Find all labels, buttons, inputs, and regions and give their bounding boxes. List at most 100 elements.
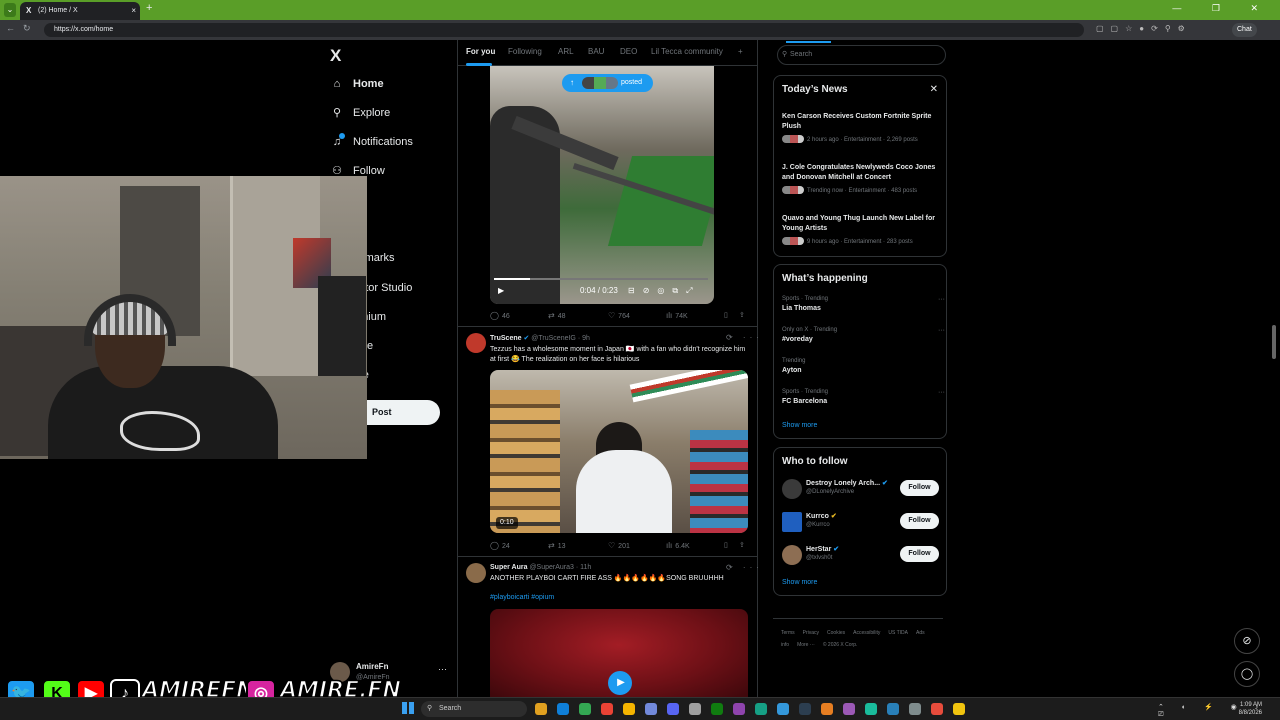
like-button[interactable]: ♡ 201 [608, 541, 630, 550]
taskbar-app-icon[interactable] [667, 703, 679, 715]
tab-arl[interactable]: ARL [558, 47, 574, 56]
tweet-hashtags[interactable]: #playboicarti #opium [490, 594, 554, 601]
tab-search-button[interactable]: ⌄ [4, 3, 16, 17]
play-icon[interactable]: ▶ [498, 286, 504, 295]
trend-more-icon[interactable]: ··· [938, 327, 945, 334]
tweet-more-icon[interactable]: ⟳ ··· [726, 563, 763, 572]
new-posts-pill[interactable]: ↑ posted [562, 74, 653, 92]
tweet-more-icon[interactable]: ⟳ ··· [726, 333, 763, 342]
account-more-icon[interactable]: ··· [438, 664, 447, 674]
nav-buttons[interactable]: ←↻ [6, 23, 39, 34]
tweet-author-name[interactable]: TruScene [490, 335, 522, 342]
share-icon[interactable]: ⇪ [739, 541, 745, 549]
window-controls[interactable]: — ❐ ✕ [1172, 3, 1272, 14]
add-tab-button[interactable]: + [738, 47, 743, 56]
taskbar-app-icon[interactable] [887, 703, 899, 715]
sidebar-item-notifications[interactable]: ♫ Notifications [330, 132, 413, 152]
reply-button[interactable]: ◯ 46 [490, 311, 510, 320]
taskbar-app-icon[interactable] [645, 703, 657, 715]
taskbar-app-icon[interactable] [953, 703, 965, 715]
x-logo-icon[interactable]: X [330, 46, 341, 66]
grok-button[interactable]: ⊘ [1234, 628, 1260, 654]
taskbar-app-icon[interactable] [865, 703, 877, 715]
follow-button[interactable]: Follow [900, 513, 939, 529]
avatar[interactable] [466, 333, 486, 353]
news-item[interactable]: Ken Carson Receives Custom Fortnite Spri… [782, 112, 942, 145]
tweet-time[interactable]: · 11h [576, 564, 591, 571]
chat-button[interactable]: Chat [1232, 23, 1257, 37]
taskbar-app-icon[interactable] [711, 703, 723, 715]
back-icon[interactable]: ← [6, 23, 23, 33]
video-control-icons[interactable]: ⊟⊘◎⧉⤢ [628, 286, 701, 296]
footer-link[interactable]: More ··· [797, 642, 815, 648]
taskbar-app-icon[interactable] [843, 703, 855, 715]
taskbar-search[interactable]: ⚲ Search [421, 701, 527, 717]
windows-start-icon[interactable] [402, 702, 414, 714]
follow-suggestion[interactable]: HerStar ✔ @txlvsh0t Follow [782, 543, 942, 567]
new-tab-button[interactable]: + [146, 2, 152, 14]
browser-tab[interactable]: X (2) Home / X × [20, 2, 140, 20]
follow-suggestion[interactable]: Kurrco ✔ @Kurrco Follow [782, 510, 942, 534]
news-item[interactable]: Quavo and Young Thug Launch New Label fo… [782, 214, 942, 247]
taskbar-app-icon[interactable] [931, 703, 943, 715]
tweet-author-handle[interactable]: @SuperAura3 [529, 564, 573, 571]
tweet-author-name[interactable]: Super Aura [490, 564, 527, 571]
taskbar-app-icon[interactable] [689, 703, 701, 715]
taskbar-app-icon[interactable] [733, 703, 745, 715]
bookmark-icon[interactable]: ▯ [724, 541, 728, 549]
footer-link[interactable]: © 2026 X Corp. [823, 642, 858, 648]
taskbar-app-icon[interactable] [909, 703, 921, 715]
taskbar-app-icon[interactable] [601, 703, 613, 715]
news-item[interactable]: J. Cole Congratulates Newlyweds Coco Jon… [782, 163, 942, 196]
reply-button[interactable]: ◯ 24 [490, 541, 510, 550]
footer-link[interactable]: Cookies [827, 630, 845, 636]
show-more-link[interactable]: Show more [782, 422, 817, 429]
play-icon[interactable]: ▶ [608, 671, 632, 695]
trend-more-icon[interactable]: ··· [938, 296, 945, 303]
views-button[interactable]: ılı 74K [666, 311, 688, 320]
repost-button[interactable]: ⇄ 13 [548, 541, 566, 550]
tab-lil-tecca-community[interactable]: Lil Tecca community [651, 47, 723, 56]
tab-deo[interactable]: DEO [620, 47, 637, 56]
trend-more-icon[interactable]: ··· [938, 389, 945, 396]
video-progress-bar[interactable] [494, 278, 708, 280]
tweet-author-handle[interactable]: @TruSceneIG [531, 335, 576, 342]
repost-button[interactable]: ⇄ 48 [548, 311, 566, 320]
taskbar-app-icon[interactable] [755, 703, 767, 715]
scrollbar[interactable] [1272, 325, 1276, 359]
follow-button[interactable]: Follow [900, 546, 939, 562]
like-button[interactable]: ♡ 764 [608, 311, 630, 320]
url-field[interactable]: https://x.com/home [44, 23, 1084, 37]
tweet-video-player[interactable] [490, 370, 748, 533]
taskbar-app-icon[interactable] [557, 703, 569, 715]
close-icon[interactable]: ✕ [930, 84, 938, 95]
taskbar-app-icon[interactable] [579, 703, 591, 715]
tab-bau[interactable]: BAU [588, 47, 604, 56]
follow-suggestion[interactable]: Destroy Lonely Arch... ✔ @DLonelyArchive… [782, 477, 942, 501]
system-clock[interactable]: 1:09 AM 8/8/2026 [1228, 701, 1262, 717]
trend-item[interactable]: Sports · Trending Lia Thomas ··· [782, 296, 945, 312]
avatar[interactable] [466, 563, 486, 583]
extension-icons[interactable]: ▢▢☆●⟳⚲⚙ [1096, 24, 1192, 33]
bookmark-icon[interactable]: ▯ [724, 311, 728, 319]
tab-close-icon[interactable]: × [131, 2, 136, 20]
search-input[interactable]: ⚲ Search [777, 45, 946, 65]
trend-item[interactable]: Only on X · Trending #voreday ··· [782, 327, 945, 343]
refresh-icon[interactable]: ↻ [23, 23, 39, 33]
taskbar-app-icon[interactable] [623, 703, 635, 715]
follow-button[interactable]: Follow [900, 480, 939, 496]
taskbar-app-icon[interactable] [535, 703, 547, 715]
sidebar-item-explore[interactable]: ⚲ Explore [330, 103, 390, 123]
show-more-link[interactable]: Show more [782, 579, 817, 586]
tab-for-you[interactable]: For you [466, 47, 495, 56]
taskbar-app-icon[interactable] [777, 703, 789, 715]
messages-button[interactable]: ◯ [1234, 661, 1260, 687]
sidebar-item-home[interactable]: ⌂ Home [330, 74, 384, 94]
share-icon[interactable]: ⇪ [739, 311, 745, 319]
footer-link[interactable]: Accessibility [853, 630, 880, 636]
taskbar-app-icon[interactable] [821, 703, 833, 715]
tab-following[interactable]: Following [508, 47, 542, 56]
tweet-time[interactable]: · 9h [578, 335, 590, 342]
footer-link[interactable]: Terms [781, 630, 795, 636]
tweet-video-player[interactable] [490, 66, 714, 304]
